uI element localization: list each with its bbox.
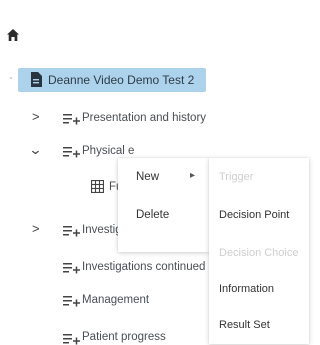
submenu-decision-point[interactable]: Decision Point <box>219 209 289 221</box>
expand-chevron[interactable]: > <box>32 222 40 235</box>
tree-item-investigations-continued[interactable]: Investigations continued <box>82 261 205 273</box>
submenu-decision-choice: Decision Choice <box>219 247 299 259</box>
list-add-icon <box>63 114 80 125</box>
submenu-arrow-icon: ▸ <box>190 170 196 181</box>
tree-item-management[interactable]: Management <box>82 294 149 306</box>
list-add-icon <box>63 226 80 237</box>
document-icon <box>31 72 42 87</box>
list-add-icon <box>63 334 80 345</box>
submenu-information[interactable]: Information <box>219 283 274 295</box>
table-icon <box>91 180 104 193</box>
list-add-icon <box>63 147 80 158</box>
tree-item-presentation-and-history[interactable]: Presentation and history <box>82 112 206 124</box>
divider-dot <box>10 77 12 79</box>
tree-item-patient-progress[interactable]: Patient progress <box>82 331 166 343</box>
tree-root-label: Deanne Video Demo Test 2 <box>48 73 195 87</box>
home-icon[interactable] <box>6 28 20 42</box>
collapse-chevron[interactable]: ⌄ <box>28 143 42 156</box>
new-submenu: Trigger Decision Point Decision Choice I… <box>209 158 309 344</box>
submenu-trigger: Trigger <box>219 171 254 183</box>
expand-chevron[interactable]: > <box>32 110 40 123</box>
context-menu: New ▸ Delete <box>118 158 209 252</box>
tree-item-physical-examination[interactable]: Physical e <box>82 145 134 157</box>
submenu-result-set[interactable]: Result Set <box>219 319 270 331</box>
context-menu-new[interactable]: New <box>136 171 159 183</box>
list-add-icon <box>63 296 80 307</box>
list-add-icon <box>63 263 80 274</box>
context-menu-delete[interactable]: Delete <box>136 209 169 221</box>
